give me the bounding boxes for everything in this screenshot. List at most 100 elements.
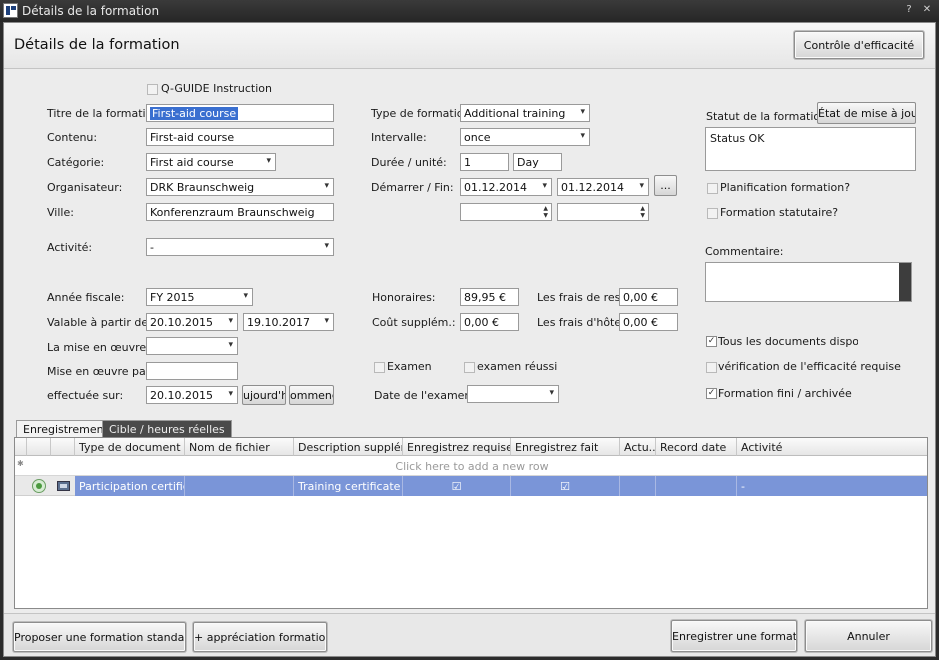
end-time-spinner[interactable]: ▲ ▼ xyxy=(557,203,649,221)
spin-up-icon[interactable]: ▲ xyxy=(543,205,548,212)
docs-disponibles-label: Tous les documents disponibles xyxy=(718,335,858,348)
duree-label: Durée / unité: xyxy=(371,156,447,169)
cout-label: Coût supplém.: xyxy=(372,316,456,329)
comment-scrollbar[interactable] xyxy=(899,263,911,301)
fini-archivee-checkbox[interactable]: ✓ xyxy=(706,388,717,399)
grid-col-actu[interactable]: Actu... xyxy=(620,438,656,456)
titre-input[interactable]: First-aid course xyxy=(146,104,334,122)
cell-requise-checkbox[interactable]: ☑ xyxy=(403,476,511,496)
ellipsis-button[interactable]: ... xyxy=(654,175,677,196)
commentaire-textarea[interactable] xyxy=(705,262,912,302)
page-title: Détails de la formation xyxy=(14,37,180,53)
intervalle-label: Intervalle: xyxy=(371,131,427,144)
qguide-checkbox[interactable] xyxy=(147,84,158,95)
proposer-formation-button[interactable]: Proposer une formation standard xyxy=(13,622,186,652)
docs-disponibles-checkbox[interactable]: ✓ xyxy=(706,336,717,347)
statut-label: Statut de la formation: xyxy=(706,110,831,123)
etat-mise-a-jour-button[interactable]: État de mise à jour xyxy=(817,102,916,124)
examen-reussi-checkbox[interactable] xyxy=(464,362,475,373)
examen-reussi-label: examen réussi xyxy=(477,360,558,373)
verification-checkbox[interactable] xyxy=(706,362,717,373)
status-text: Status OK xyxy=(710,132,765,145)
statutaire-label: Formation statutaire? xyxy=(720,206,839,219)
valable-label: Valable à partir de: xyxy=(47,316,152,329)
type-select[interactable]: Additional training xyxy=(460,104,590,122)
commentaire-label: Commentaire: xyxy=(705,245,784,258)
planification-checkbox[interactable] xyxy=(707,183,718,194)
annee-label: Année fiscale: xyxy=(47,291,125,304)
window-titlebar: Détails de la formation ? ✕ xyxy=(0,0,939,22)
controle-efficacite-button[interactable]: Contrôle d'efficacité xyxy=(794,31,924,59)
ville-label: Ville: xyxy=(47,206,74,219)
aujourdhui-button[interactable]: ujourd'h xyxy=(242,385,286,405)
grid-col-description[interactable]: Description supplém... xyxy=(294,438,403,456)
dialog-frame: Détails de la formation Contrôle d'effic… xyxy=(3,22,936,657)
contenu-label: Contenu: xyxy=(47,131,98,144)
mise-oeuvre-select[interactable] xyxy=(146,337,238,355)
effectuee-date[interactable]: 20.10.2015 xyxy=(146,386,238,404)
examen-label: Examen xyxy=(387,360,432,373)
attachment-icon[interactable] xyxy=(57,481,70,491)
spin-down-icon[interactable]: ▼ xyxy=(640,212,645,219)
grid-col-activite[interactable]: Activité xyxy=(737,438,927,456)
tab-cible-heures[interactable]: Cible / heures réelles xyxy=(102,420,232,438)
organisateur-label: Organisateur: xyxy=(47,181,123,194)
honoraires-input[interactable]: 89,95 € xyxy=(460,288,519,306)
fin-date[interactable]: 01.12.2014 xyxy=(557,178,649,196)
cout-input[interactable]: 0,00 € xyxy=(460,313,519,331)
cell-description[interactable]: Training certificate xyxy=(294,476,403,496)
frais-hotel-input[interactable]: 0,00 € xyxy=(619,313,678,331)
organisateur-select[interactable]: DRK Braunschweig xyxy=(146,178,334,196)
annee-select[interactable]: FY 2015 xyxy=(146,288,253,306)
status-box: Status OK xyxy=(705,127,916,171)
start-time-spinner[interactable]: ▲ ▼ xyxy=(460,203,552,221)
row-pointer-icon xyxy=(15,476,27,496)
enregistrer-formation-button[interactable]: Enregistrer une formation xyxy=(671,620,797,652)
spin-down-icon[interactable]: ▼ xyxy=(543,212,548,219)
help-icon[interactable]: ? xyxy=(902,3,916,17)
activite-select[interactable]: - xyxy=(146,238,334,256)
commencer-button[interactable]: ommenc xyxy=(289,385,334,405)
frais-rest-input[interactable]: 0,00 € xyxy=(619,288,678,306)
honoraires-label: Honoraires: xyxy=(372,291,436,304)
date-examen-label: Date de l'examen: xyxy=(374,389,476,402)
mise-oeuvre-par-label: Mise en œuvre par: xyxy=(47,365,154,378)
appreciation-formation-button[interactable]: + appréciation formation xyxy=(193,622,327,652)
cell-actu[interactable] xyxy=(620,476,656,496)
cell-record-date[interactable] xyxy=(656,476,737,496)
cell-activite[interactable]: - xyxy=(737,476,927,496)
close-icon[interactable]: ✕ xyxy=(920,3,934,17)
valable-to-date[interactable]: 19.10.2017 xyxy=(243,313,334,331)
statutaire-checkbox[interactable] xyxy=(707,208,718,219)
grid-col-requise[interactable]: Enregistrez requise xyxy=(403,438,511,456)
verification-label: vérification de l'efficacité requise xyxy=(718,360,901,373)
unite-input[interactable]: Day xyxy=(513,153,562,171)
grid-col-fait[interactable]: Enregistrez fait xyxy=(511,438,620,456)
grid-col-fichier[interactable]: Nom de fichier xyxy=(185,438,294,456)
cell-fait-checkbox[interactable]: ☑ xyxy=(511,476,620,496)
examen-checkbox[interactable] xyxy=(374,362,385,373)
table-row[interactable]: Participation certificate Training certi… xyxy=(15,476,927,496)
ville-input[interactable]: Konferenzraum Braunschweig xyxy=(146,203,334,221)
intervalle-select[interactable]: once xyxy=(460,128,590,146)
demarrer-date[interactable]: 01.12.2014 xyxy=(460,178,552,196)
categorie-select[interactable]: First aid course xyxy=(146,153,276,171)
app-icon xyxy=(3,3,18,18)
contenu-input[interactable]: First-aid course xyxy=(146,128,334,146)
valable-from-date[interactable]: 20.10.2015 xyxy=(146,313,238,331)
cell-fichier[interactable] xyxy=(185,476,294,496)
annuler-button[interactable]: Annuler xyxy=(805,620,932,652)
fini-archivee-label: Formation fini / archivée xyxy=(718,387,852,400)
grid-col-record-date[interactable]: Record date xyxy=(656,438,737,456)
add-new-row[interactable]: ✱ Click here to add a new row xyxy=(15,456,927,476)
date-examen-select[interactable] xyxy=(467,385,559,403)
grid-header-indicator xyxy=(15,438,27,456)
spin-up-icon[interactable]: ▲ xyxy=(640,205,645,212)
cell-type[interactable]: Participation certificate xyxy=(75,476,185,496)
mise-oeuvre-par-input[interactable] xyxy=(146,362,238,380)
duree-input[interactable]: 1 xyxy=(460,153,509,171)
grid-col-type[interactable]: Type de document xyxy=(75,438,185,456)
add-new-row-text[interactable]: Click here to add a new row xyxy=(15,460,927,473)
record-status-icon[interactable] xyxy=(32,479,46,493)
grid-header-icon xyxy=(51,438,75,456)
